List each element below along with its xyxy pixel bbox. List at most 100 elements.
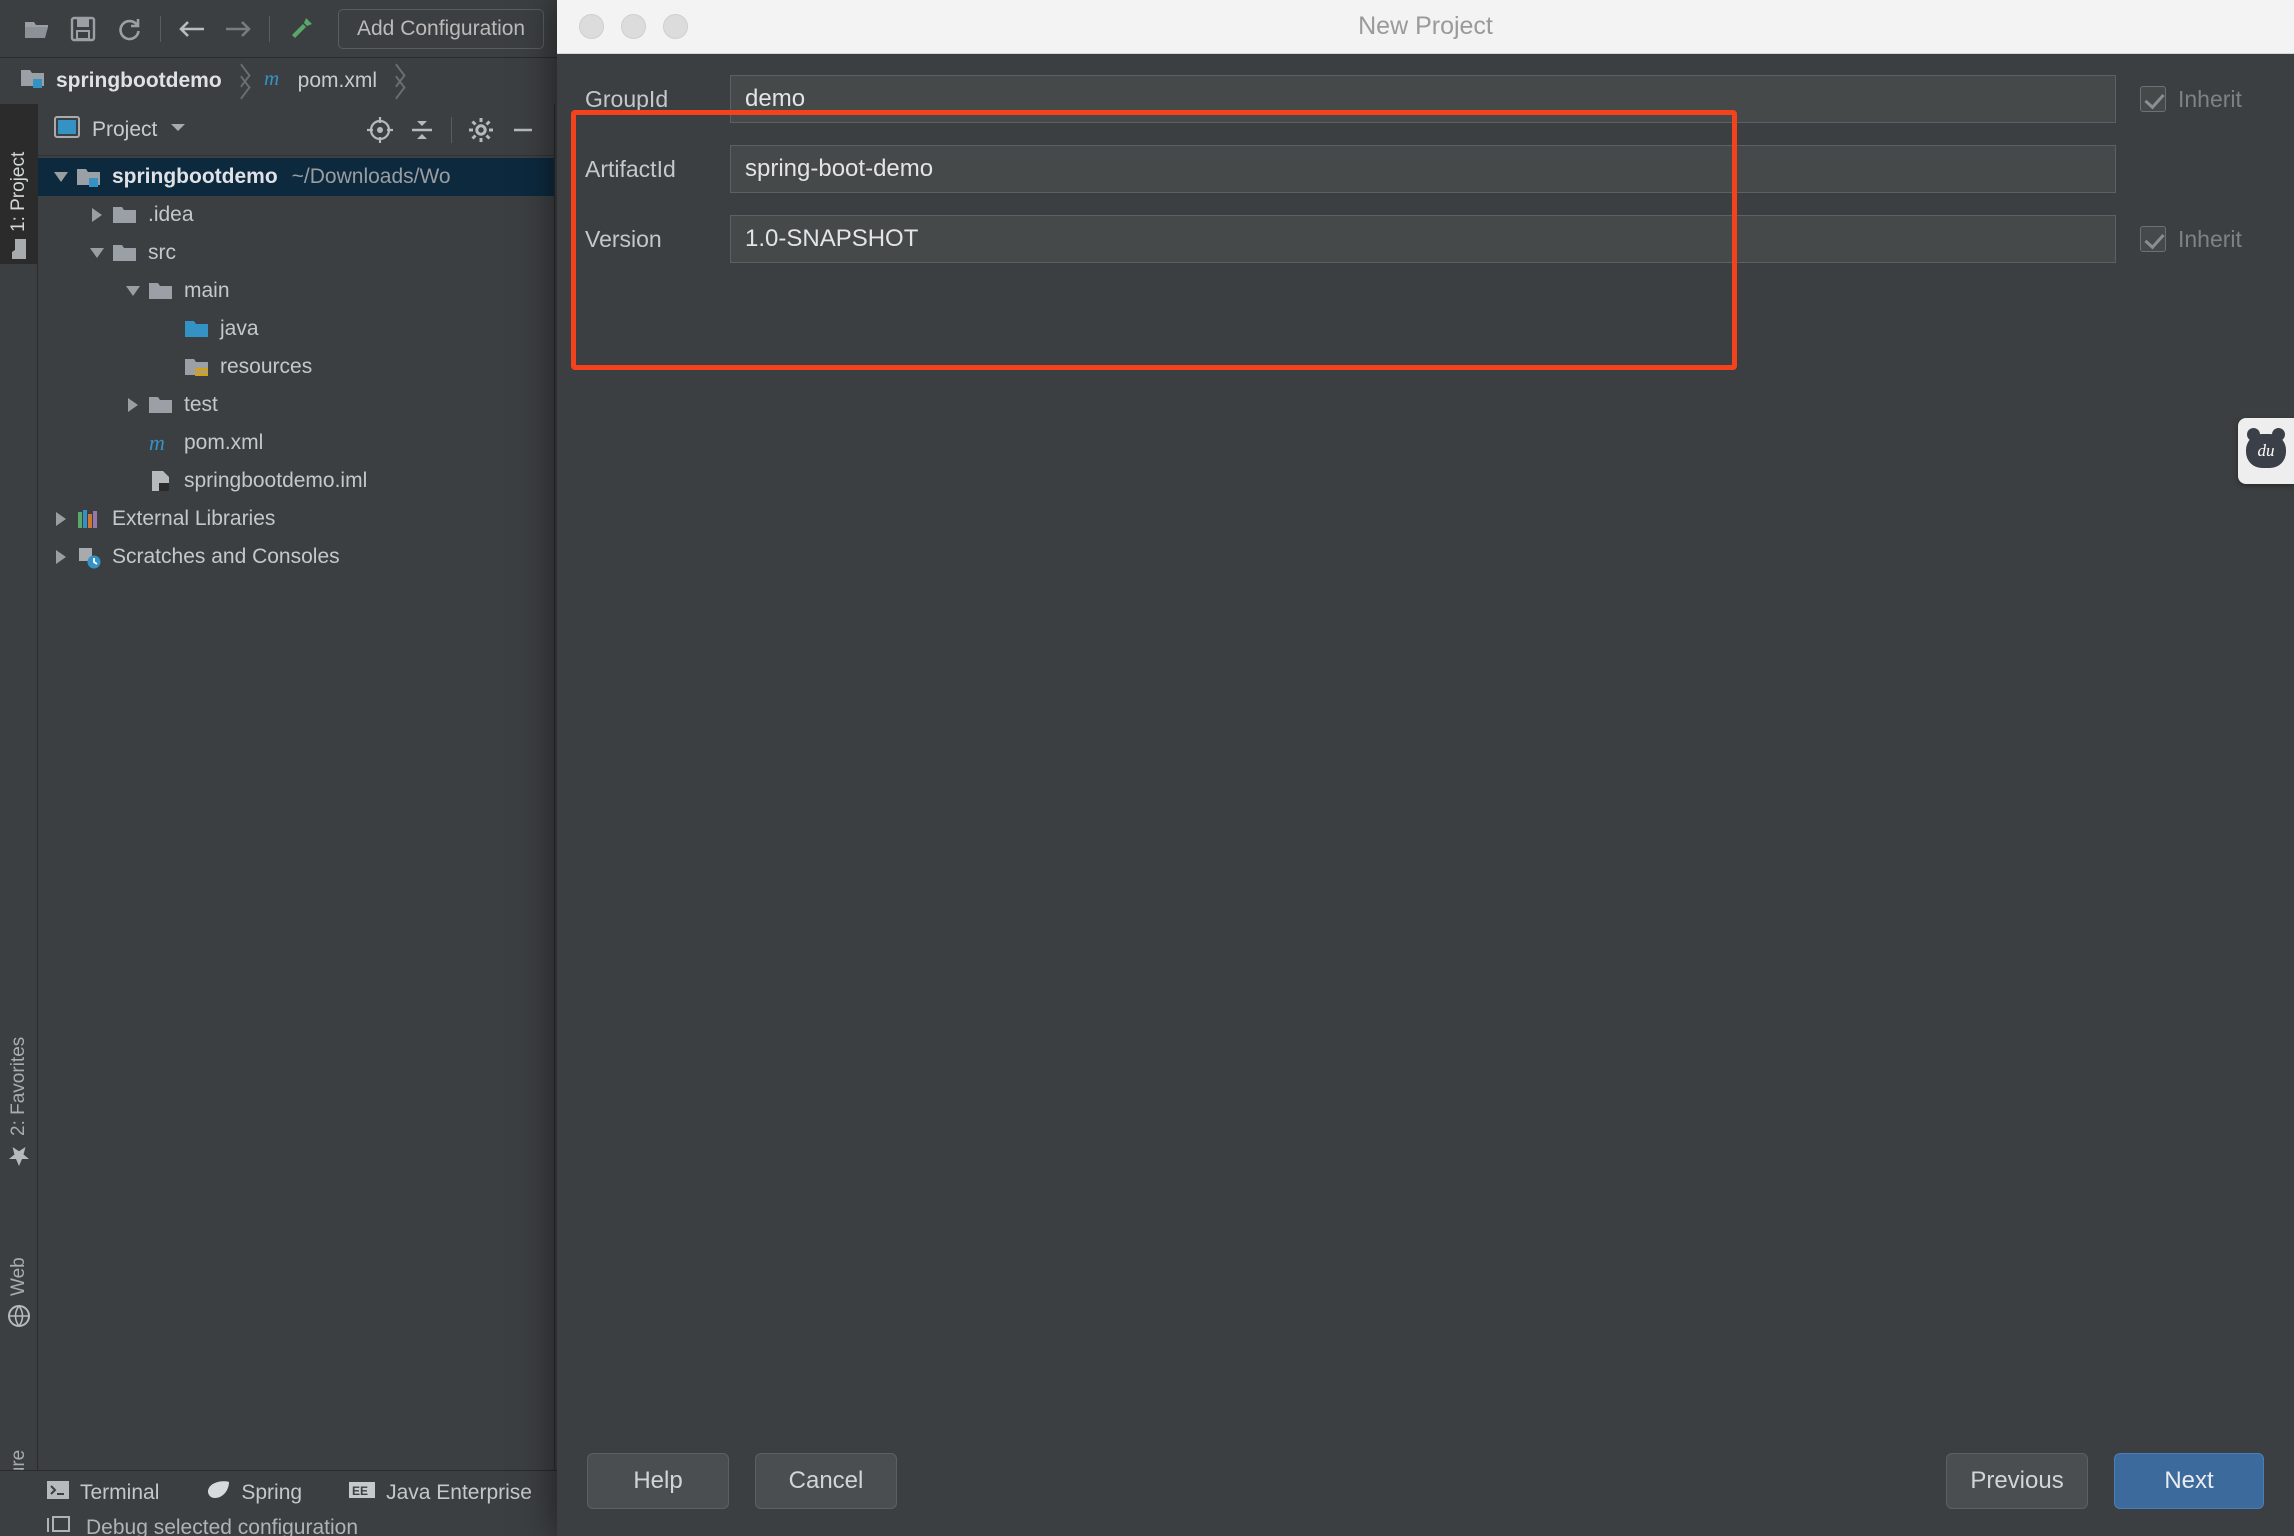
maven-m-icon: m (262, 66, 288, 96)
project-panel-title: Project (92, 118, 157, 142)
gear-icon[interactable] (462, 111, 500, 149)
tree-row-springbootdemo[interactable]: springbootdemo ~/Downloads/Wo (38, 158, 554, 196)
next-button-label: Next (2164, 1467, 2213, 1495)
project-tree: springbootdemo ~/Downloads/Wo .idea src (38, 156, 554, 576)
iml-file-icon (146, 469, 176, 493)
tree-row-external-libraries[interactable]: External Libraries (38, 500, 554, 538)
tree-row-main[interactable]: main (38, 272, 554, 310)
tree-label: External Libraries (112, 507, 275, 531)
minimize-icon[interactable] (504, 111, 542, 149)
sync-icon[interactable] (106, 6, 152, 52)
watermark-badge: du (2238, 418, 2294, 484)
tree-row-test[interactable]: test (38, 386, 554, 424)
tree-label: main (184, 279, 230, 303)
dialog-titlebar[interactable]: New Project (557, 0, 2294, 54)
star-icon (7, 1144, 31, 1168)
version-value: 1.0-SNAPSHOT (745, 225, 918, 253)
project-window-icon (54, 116, 80, 143)
twisty-right-icon[interactable] (48, 512, 74, 526)
breadcrumb-label: springbootdemo (56, 69, 222, 93)
module-folder-icon (20, 67, 46, 95)
sidebar-item-project[interactable]: 1: Project (0, 104, 38, 264)
status-item-spring[interactable]: Spring (205, 1479, 302, 1507)
tree-label: .idea (148, 203, 194, 227)
folder-icon (146, 394, 176, 416)
twisty-right-icon[interactable] (48, 550, 74, 564)
groupid-inherit-checkbox[interactable]: Inherit (2116, 86, 2276, 113)
tree-row-src[interactable]: src (38, 234, 554, 272)
libraries-icon (74, 508, 104, 530)
collapse-all-icon[interactable] (403, 111, 441, 149)
tree-row-scratches[interactable]: Scratches and Consoles (38, 538, 554, 576)
open-folder-icon[interactable] (14, 6, 60, 52)
groupid-label: GroupId (575, 86, 730, 113)
breadcrumb-item-pom[interactable]: m pom.xml (262, 66, 377, 96)
add-configuration-button[interactable]: Add Configuration (338, 9, 544, 49)
toolbar-divider (160, 16, 161, 42)
sidebar-item-label: 1: Project (8, 152, 30, 232)
inherit-label: Inherit (2178, 226, 2242, 253)
twisty-right-icon[interactable] (120, 398, 146, 412)
tree-label: springbootdemo (112, 165, 278, 189)
tree-row-idea[interactable]: .idea (38, 196, 554, 234)
chevron-down-icon[interactable] (169, 120, 187, 139)
next-button[interactable]: Next (2114, 1453, 2264, 1509)
help-button-label: Help (633, 1467, 682, 1495)
twisty-down-icon[interactable] (48, 172, 74, 182)
status-item-terminal[interactable]: Terminal (46, 1479, 159, 1507)
artifactid-label: ArtifactId (575, 156, 730, 183)
help-button[interactable]: Help (587, 1453, 729, 1509)
folder-icon (110, 242, 140, 264)
sidebar-item-label: 2: Favorites (8, 1037, 30, 1136)
tree-row-pom[interactable]: m pom.xml (38, 424, 554, 462)
dialog-body: GroupId demo Inherit ArtifactId spring-b… (557, 54, 2294, 1426)
scratches-icon (74, 545, 104, 569)
inherit-label: Inherit (2178, 86, 2242, 113)
previous-button-label: Previous (1970, 1467, 2063, 1495)
checkbox-checked-icon (2140, 226, 2166, 252)
project-panel-header: Project (38, 104, 554, 156)
status-item-label: Java Enterprise (386, 1481, 532, 1505)
back-arrow-icon[interactable] (169, 6, 215, 52)
left-tool-strip: 1: Project 2: Favorites Web 7: Structure (0, 104, 38, 1470)
artifactid-value: spring-boot-demo (745, 155, 933, 183)
watermark-text: du (2258, 441, 2275, 461)
dialog-footer: Help Cancel Previous Next (557, 1426, 2294, 1536)
version-inherit-checkbox[interactable]: Inherit (2116, 226, 2276, 253)
artifactid-input[interactable]: spring-boot-demo (730, 145, 2116, 193)
status-item-java-enterprise[interactable]: EE Java Enterprise (348, 1479, 532, 1507)
build-hammer-icon[interactable] (278, 6, 324, 52)
previous-button[interactable]: Previous (1946, 1453, 2088, 1509)
twisty-right-icon[interactable] (84, 208, 110, 222)
status-debug-hint: Debug selected configuration (46, 1514, 358, 1536)
sidebar-item-favorites[interactable]: 2: Favorites (0, 944, 38, 1174)
forward-arrow-icon[interactable] (215, 6, 261, 52)
tree-label: test (184, 393, 218, 417)
screenshot-root: Add Configuration springbootdemo m pom.x… (0, 0, 2294, 1536)
version-label: Version (575, 226, 730, 253)
breadcrumb-item-project[interactable]: springbootdemo (20, 67, 222, 95)
status-debug-label: Debug selected configuration (86, 1516, 358, 1536)
tree-row-java[interactable]: java (38, 310, 554, 348)
form-row-version: Version 1.0-SNAPSHOT Inherit (575, 204, 2276, 274)
dialog-title: New Project (557, 12, 2294, 41)
sidebar-item-web[interactable]: Web (0, 1194, 38, 1334)
locate-target-icon[interactable] (361, 111, 399, 149)
twisty-down-icon[interactable] (120, 286, 146, 296)
sidebar-item-label: Web (8, 1257, 30, 1296)
twisty-down-icon[interactable] (84, 248, 110, 258)
tree-label: resources (220, 355, 312, 379)
save-icon[interactable] (60, 6, 106, 52)
tree-row-iml[interactable]: springbootdemo.iml (38, 462, 554, 500)
groupid-input[interactable]: demo (730, 75, 2116, 123)
maven-m-icon: m (146, 431, 176, 455)
tree-row-resources[interactable]: resources (38, 348, 554, 386)
tree-label: springbootdemo.iml (184, 469, 367, 493)
toolbar-divider-2 (269, 16, 270, 42)
svg-text:m: m (264, 66, 279, 90)
status-item-label: Terminal (80, 1481, 159, 1505)
breadcrumb-separator (234, 66, 250, 96)
terminal-icon (46, 1479, 70, 1507)
cancel-button[interactable]: Cancel (755, 1453, 897, 1509)
version-input[interactable]: 1.0-SNAPSHOT (730, 215, 2116, 263)
